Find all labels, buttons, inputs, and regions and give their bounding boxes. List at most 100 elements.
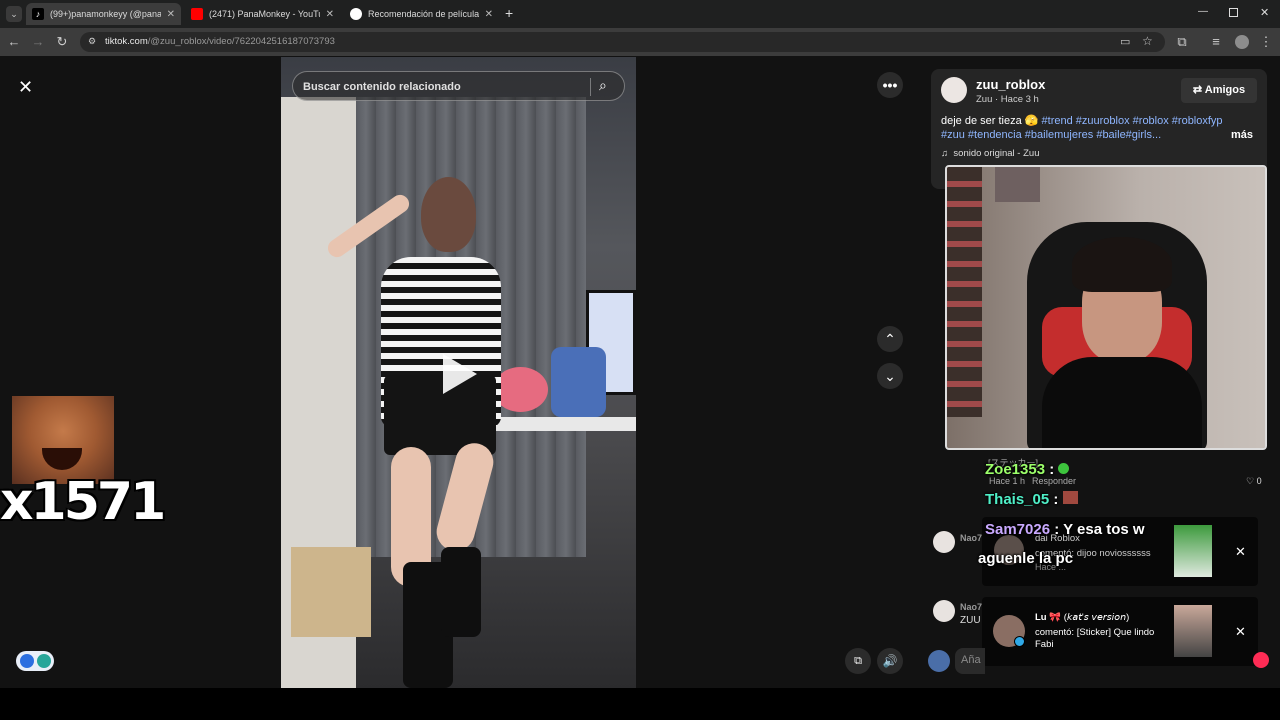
close-notification-icon[interactable]: ✕	[1235, 544, 1246, 560]
notification-text: comentó: [Sticker] Que lindo Fabi	[1035, 627, 1155, 650]
close-tab-icon[interactable]: ✕	[485, 9, 493, 20]
bottom-bar	[0, 688, 1280, 720]
back-icon[interactable]: ←	[6, 34, 22, 50]
video-box	[291, 547, 371, 637]
forward-icon[interactable]: →	[30, 34, 46, 50]
commenter-avatar[interactable]	[933, 531, 955, 553]
video-player[interactable]	[281, 57, 636, 688]
new-tab-icon[interactable]: +	[505, 5, 513, 21]
tab-title: (2471) PanaMonkey - YouTube	[209, 9, 320, 19]
creator-meta: Zuu · Hace 3 h	[976, 94, 1039, 105]
video-person-head	[421, 177, 476, 252]
webcam-shelf	[947, 167, 982, 417]
play-badge-icon	[20, 654, 34, 668]
search-divider	[590, 78, 591, 96]
extension-badge[interactable]	[16, 651, 54, 671]
verified-badge-icon	[1014, 636, 1025, 647]
sound-row[interactable]: ♫ sonido original - Zuu	[941, 148, 1039, 159]
browser-menu-icon[interactable]: ⋮	[1258, 34, 1274, 50]
play-icon[interactable]	[443, 354, 477, 394]
hashtags[interactable]: #zuu #tendencia #bailemujeres #baile#gir…	[941, 129, 1161, 141]
reaction-counter: x1571	[0, 472, 166, 532]
notification-thumbnail	[1174, 605, 1212, 657]
profile-avatar[interactable]	[1235, 35, 1249, 49]
webcam-body	[1042, 357, 1202, 448]
comment-input-box[interactable]: Aña	[955, 648, 985, 674]
hashtags[interactable]: #trend #zuuroblox #roblox #robloxfyp	[1042, 115, 1223, 127]
my-avatar[interactable]	[928, 650, 950, 672]
friends-button[interactable]: ⇄ Amigos	[1181, 78, 1257, 103]
comment-text: ZUU	[960, 615, 981, 626]
music-note-icon: ♫	[941, 148, 949, 159]
tab-list-dropdown-icon[interactable]: ⌄	[6, 6, 22, 22]
tab-tiktok[interactable]: ♪ (99+)panamonkeyy (@panamo ✕	[26, 3, 181, 25]
video-person-boot	[441, 547, 481, 637]
commenter-name[interactable]: Nao7	[960, 602, 982, 612]
cast-icon[interactable]: ▭	[1120, 35, 1130, 48]
volume-icon[interactable]: 🔊	[877, 648, 903, 674]
related-search-input[interactable]	[303, 78, 583, 96]
address-bar[interactable]: ⚙ tiktok.com/@zuu_roblox/video/762204251…	[80, 32, 1165, 52]
post-caption: deje de ser tieza 🫣 #trend #zuuroblox #r…	[941, 114, 1261, 142]
video-plush-toy	[493, 367, 548, 412]
chat-line-sam: Sam7026 : Y esa tos w	[985, 521, 1145, 538]
chat-username: Zoe1353	[985, 461, 1046, 478]
restore-icon[interactable]	[1229, 8, 1238, 17]
reaction-meme-image	[12, 396, 114, 484]
close-video-icon[interactable]: ✕	[18, 77, 33, 98]
chat-message: Y esa tos w	[1063, 521, 1145, 538]
reload-icon[interactable]: ↻	[54, 34, 70, 50]
chat-emote-icon	[1058, 463, 1070, 474]
video-desk	[491, 417, 636, 431]
creator-username[interactable]: zuu_roblox	[976, 77, 1045, 92]
chat-emote-icon	[1062, 491, 1078, 504]
post-comment-icon[interactable]	[1253, 652, 1269, 668]
browser-toolbar: ← → ↻ ⚙ tiktok.com/@zuu_roblox/video/762…	[0, 28, 1280, 56]
bookmark-star-icon[interactable]: ☆	[1142, 34, 1153, 48]
more-link[interactable]: más	[1231, 128, 1253, 142]
notification-user-suffix: (𝘬𝘢𝘵'𝘴 𝘷𝘦𝘳𝘴𝘪𝘰𝘯)	[1063, 612, 1130, 623]
tab-youtube[interactable]: (2471) PanaMonkey - YouTube ✕	[185, 3, 340, 25]
tab-chatgpt[interactable]: Recomendación de película ✕	[344, 3, 499, 25]
video-figures	[551, 347, 606, 417]
comment-like-count[interactable]: ♡ 0	[1246, 476, 1262, 487]
chat-username: Sam7026	[985, 521, 1051, 538]
commenter-avatar[interactable]	[933, 600, 955, 622]
floating-player-icon[interactable]: ⧉	[845, 648, 871, 674]
notification-thumbnail	[1174, 525, 1212, 577]
site-info-icon[interactable]: ⚙	[88, 36, 96, 47]
like-count: 0	[1256, 476, 1262, 486]
friends-icon: ⇄	[1192, 84, 1203, 96]
more-options-icon[interactable]: •••	[877, 72, 903, 98]
caption-text: deje de ser tieza 🫣	[941, 115, 1039, 127]
url-text: tiktok.com/@zuu_roblox/video/76220425161…	[105, 36, 335, 47]
tab-title: Recomendación de película	[368, 9, 479, 19]
commenter-name[interactable]: Nao7	[960, 533, 982, 543]
search-icon[interactable]: ⌕	[599, 77, 607, 94]
meme-mouth	[42, 448, 82, 470]
previous-video-icon[interactable]: ⌃	[877, 326, 903, 352]
chat-line-thais: Thais_05 :	[985, 491, 1078, 508]
tiktok-icon: ♪	[32, 8, 44, 20]
extensions-icon[interactable]: ⧉	[1174, 34, 1190, 50]
browser-tab-bar: ⌄ ♪ (99+)panamonkeyy (@panamo ✕ (2471) P…	[0, 0, 1280, 28]
url-path: /@zuu_roblox/video/7622042516187073793	[147, 36, 335, 47]
sound-label: sonido original - Zuu	[953, 148, 1040, 159]
friends-label: Amigos	[1204, 84, 1246, 96]
tab-title: (99+)panamonkeyy (@panamo	[50, 9, 161, 19]
close-window-icon[interactable]: ✕	[1260, 6, 1269, 19]
close-tab-icon[interactable]: ✕	[167, 9, 175, 20]
streamer-webcam	[945, 165, 1267, 450]
notification-user: Lu	[1035, 612, 1047, 623]
close-notification-icon[interactable]: ✕	[1235, 624, 1246, 640]
creator-avatar[interactable]	[941, 77, 967, 103]
next-video-icon[interactable]: ⌄	[877, 363, 903, 389]
close-tab-icon[interactable]: ✕	[326, 9, 334, 20]
notification-name: Lu 🎀 (𝘬𝘢𝘵'𝘴 𝘷𝘦𝘳𝘴𝘪𝘰𝘯)	[1035, 612, 1130, 623]
power-icon	[37, 654, 51, 668]
minimize-icon[interactable]: —	[1198, 6, 1208, 17]
url-domain: tiktok.com	[105, 36, 148, 47]
related-search-bar: ⌕	[292, 71, 625, 101]
media-controls-icon[interactable]: ≡	[1208, 34, 1224, 50]
notification-card[interactable]: Lu 🎀 (𝘬𝘢𝘵'𝘴 𝘷𝘦𝘳𝘴𝘪𝘰𝘯) comentó: [Sticker] …	[982, 597, 1258, 666]
